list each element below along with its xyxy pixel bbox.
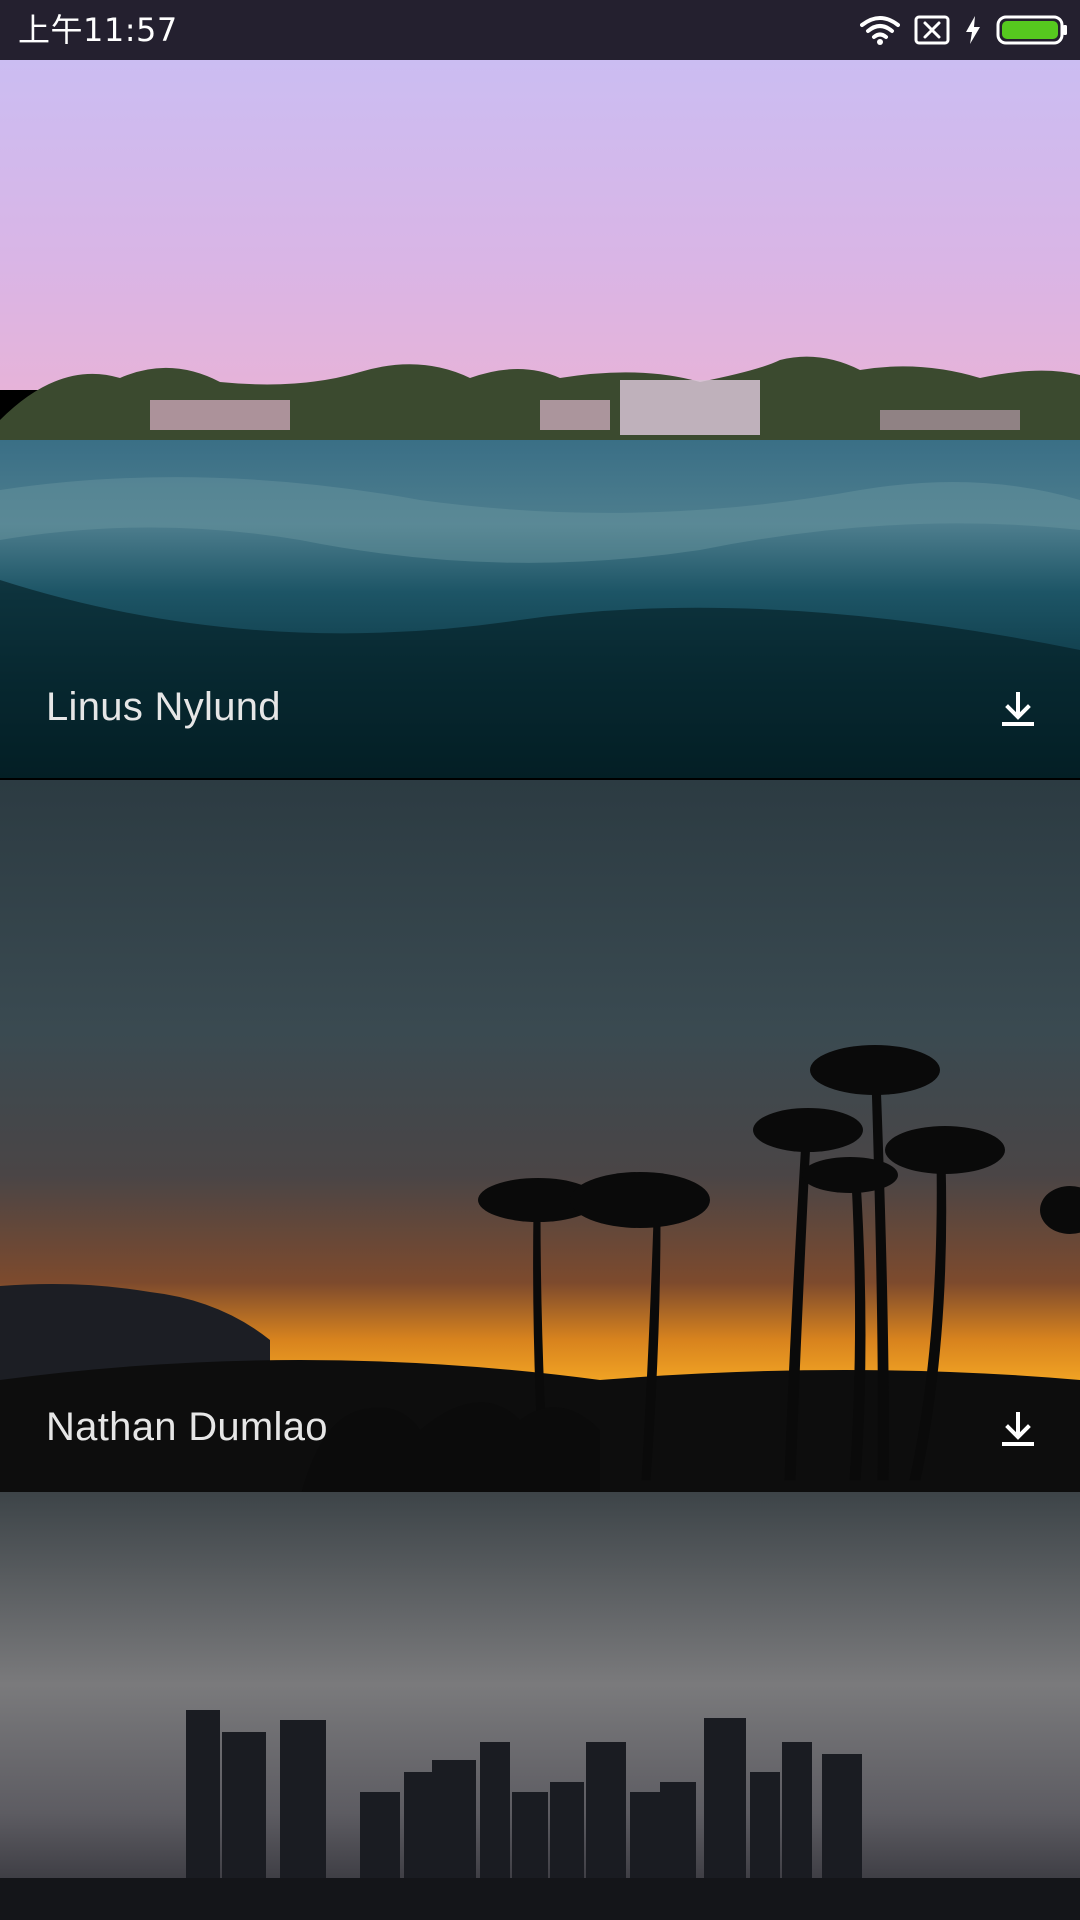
status-icons: [860, 13, 1068, 47]
author-name[interactable]: Linus Nylund: [46, 685, 281, 730]
author-name[interactable]: Nathan Dumlao: [46, 1405, 328, 1450]
card-caption: Nathan Dumlao: [0, 1368, 1080, 1498]
no-sim-icon: [914, 15, 950, 45]
status-time: 上午11:57: [18, 11, 178, 49]
wifi-icon: [860, 15, 900, 45]
status-bar: 上午11:57: [0, 0, 1080, 60]
charging-icon: [964, 15, 982, 45]
photo-card[interactable]: [0, 1492, 1080, 1920]
photo-city-skyline: [0, 1492, 1080, 1920]
download-button[interactable]: [990, 682, 1046, 738]
photo-card[interactable]: Linus Nylund: [0, 60, 1080, 778]
photo-card[interactable]: Nathan Dumlao: [0, 780, 1080, 1498]
download-icon: [1002, 1412, 1034, 1446]
download-icon: [1002, 692, 1034, 726]
card-caption: Linus Nylund: [0, 648, 1080, 778]
battery-icon: [996, 15, 1068, 45]
photo-feed[interactable]: Linus Nylund Nathan Dumlao: [0, 60, 1080, 1920]
download-button[interactable]: [990, 1402, 1046, 1458]
